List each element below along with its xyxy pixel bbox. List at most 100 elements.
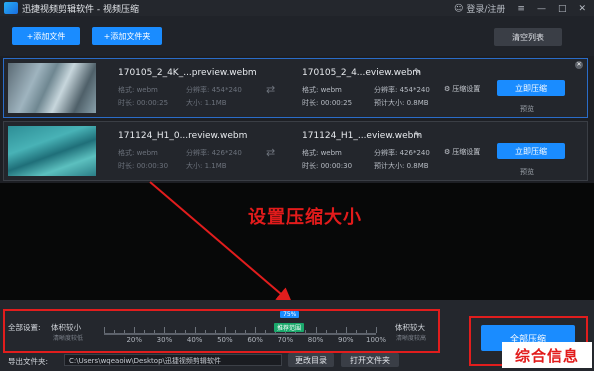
slider-minor-tick	[154, 330, 156, 333]
slider-value-badge[interactable]: 75%	[280, 311, 300, 318]
output-file-name: 170105_2_4...eview.webm	[302, 68, 422, 78]
compress-now-button[interactable]: 立即压缩	[497, 80, 565, 96]
slider-minor-tick	[355, 330, 357, 333]
convert-arrows-icon: ⇄	[266, 146, 276, 159]
source-format: 格式: webm	[118, 86, 158, 94]
file-row[interactable]: 171124_H1_0...review.webm 格式: webm 分辨率: …	[3, 121, 588, 181]
title-bar: 迅捷视频剪辑软件 - 视频压缩 ☺ 登录/注册 ≡ — □ ✕	[0, 0, 594, 16]
maximize-icon[interactable]: □	[558, 4, 567, 14]
slider-minor-tick	[345, 327, 347, 333]
menu-icon[interactable]: ≡	[517, 4, 525, 14]
source-size: 大小: 1.1MB	[186, 162, 227, 170]
slider-tick-label: 60%	[247, 336, 263, 344]
slider-minor-tick	[325, 330, 327, 333]
slider-tick-label: 100%	[365, 336, 387, 344]
app-title: 迅捷视频剪辑软件 - 视频压缩	[22, 5, 139, 15]
slider-tick-label: 70%	[277, 336, 294, 344]
slider-tick-label: 20%	[126, 336, 142, 344]
annotation-text: 设置压缩大小	[248, 207, 362, 228]
output-size: 预计大小: 0.8MB	[374, 162, 429, 170]
settings-gear-icon: ⚙	[444, 148, 451, 156]
output-duration: 时长: 00:00:30	[302, 162, 353, 170]
slider-minor-tick	[204, 330, 206, 333]
output-size: 预计大小: 0.8MB	[374, 99, 429, 107]
compress-settings-label: 压缩设置	[452, 85, 481, 93]
add-folder-button[interactable]: +添加文件夹	[92, 27, 162, 45]
slider-tick-label: 90%	[337, 336, 354, 344]
watermark-stamp: 综合信息	[502, 342, 592, 368]
remove-file-icon[interactable]: ✕	[575, 61, 583, 69]
close-icon[interactable]: ✕	[578, 4, 586, 14]
slider-minor-tick	[224, 327, 226, 333]
user-icon: ☺	[453, 3, 464, 14]
slider-minor-tick	[174, 330, 176, 333]
slider-minor-tick	[255, 327, 257, 333]
compress-now-button[interactable]: 立即压缩	[497, 143, 565, 159]
compression-slider[interactable]	[104, 333, 376, 335]
source-resolution: 分辨率: 426*240	[186, 149, 242, 157]
source-file-name: 171124_H1_0...review.webm	[118, 131, 248, 141]
slider-minor-tick	[305, 330, 307, 333]
clear-list-button[interactable]: 清空列表	[494, 28, 562, 46]
output-folder-label: 导出文件夹:	[8, 357, 49, 366]
video-thumbnail[interactable]	[8, 63, 96, 113]
slider-tick-label: 30%	[156, 336, 173, 344]
slider-minor-tick	[104, 327, 105, 333]
slider-minor-tick	[335, 330, 337, 333]
slider-minor-tick	[376, 327, 377, 333]
slider-minor-tick	[245, 330, 247, 333]
slider-min-sublabel: 清晰度较低	[53, 335, 84, 342]
file-list-empty-area	[0, 183, 594, 301]
source-duration: 时长: 00:00:30	[118, 162, 169, 170]
slider-minor-tick	[265, 330, 267, 333]
edit-name-icon[interactable]: ✎	[414, 130, 421, 139]
slider-minor-tick	[315, 327, 317, 333]
slider-minor-tick	[214, 330, 216, 333]
slider-max-label: 体积较大	[395, 323, 425, 332]
preview-link[interactable]: 预览	[520, 104, 534, 114]
slider-minor-tick	[164, 327, 166, 333]
minimize-icon[interactable]: —	[537, 4, 546, 14]
login-link[interactable]: ☺ 登录/注册	[453, 2, 506, 16]
output-format: 格式: webm	[302, 149, 342, 157]
output-path-field[interactable]: C:\Users\wqeaoiw\Desktop\迅捷视频剪辑软件	[64, 354, 282, 366]
output-duration: 时长: 00:00:25	[302, 99, 353, 107]
global-settings-label: 全部设置:	[8, 323, 41, 332]
recommended-range-badge: 推荐范围	[274, 323, 305, 332]
slider-minor-tick	[124, 330, 126, 333]
video-thumbnail[interactable]	[8, 126, 96, 176]
source-duration: 时长: 00:00:25	[118, 99, 169, 107]
open-folder-button[interactable]: 打开文件夹	[341, 353, 399, 367]
slider-max-sublabel: 清晰度较高	[396, 335, 427, 342]
file-row[interactable]: 170105_2_4K_...preview.webm 格式: webm 分辨率…	[3, 58, 588, 118]
compress-settings-link[interactable]: ⚙ 压缩设置	[444, 147, 480, 157]
output-format: 格式: webm	[302, 86, 342, 94]
app-logo-icon	[4, 2, 18, 14]
convert-arrows-icon: ⇄	[266, 83, 276, 96]
slider-tick-label: 80%	[307, 336, 324, 344]
output-file-name: 171124_H1_...eview.webm	[302, 131, 423, 141]
login-label: 登录/注册	[466, 5, 506, 15]
slider-tick-label: 40%	[186, 336, 203, 344]
window-controls: ☺ 登录/注册 ≡ — □ ✕	[453, 2, 586, 16]
add-file-button[interactable]: +添加文件	[12, 27, 80, 45]
settings-gear-icon: ⚙	[444, 85, 451, 93]
change-directory-button[interactable]: 更改目录	[288, 353, 334, 367]
slider-minor-tick	[134, 327, 136, 333]
source-resolution: 分辨率: 454*240	[186, 86, 242, 94]
edit-name-icon[interactable]: ✎	[414, 67, 421, 76]
output-resolution: 分辨率: 426*240	[374, 149, 430, 157]
output-resolution: 分辨率: 454*240	[374, 86, 430, 94]
slider-minor-tick	[184, 330, 186, 333]
slider-tick-label: 50%	[217, 336, 233, 344]
compress-settings-link[interactable]: ⚙ 压缩设置	[444, 84, 480, 94]
slider-minor-tick	[194, 327, 196, 333]
toolbar: +添加文件 +添加文件夹 清空列表	[0, 16, 594, 56]
preview-link[interactable]: 预览	[520, 167, 534, 177]
slider-min-label: 体积较小	[51, 323, 81, 332]
source-file-name: 170105_2_4K_...preview.webm	[118, 68, 257, 78]
slider-minor-tick	[144, 330, 146, 333]
source-size: 大小: 1.1MB	[186, 99, 227, 107]
slider-minor-tick	[365, 330, 367, 333]
slider-minor-tick	[114, 330, 116, 333]
